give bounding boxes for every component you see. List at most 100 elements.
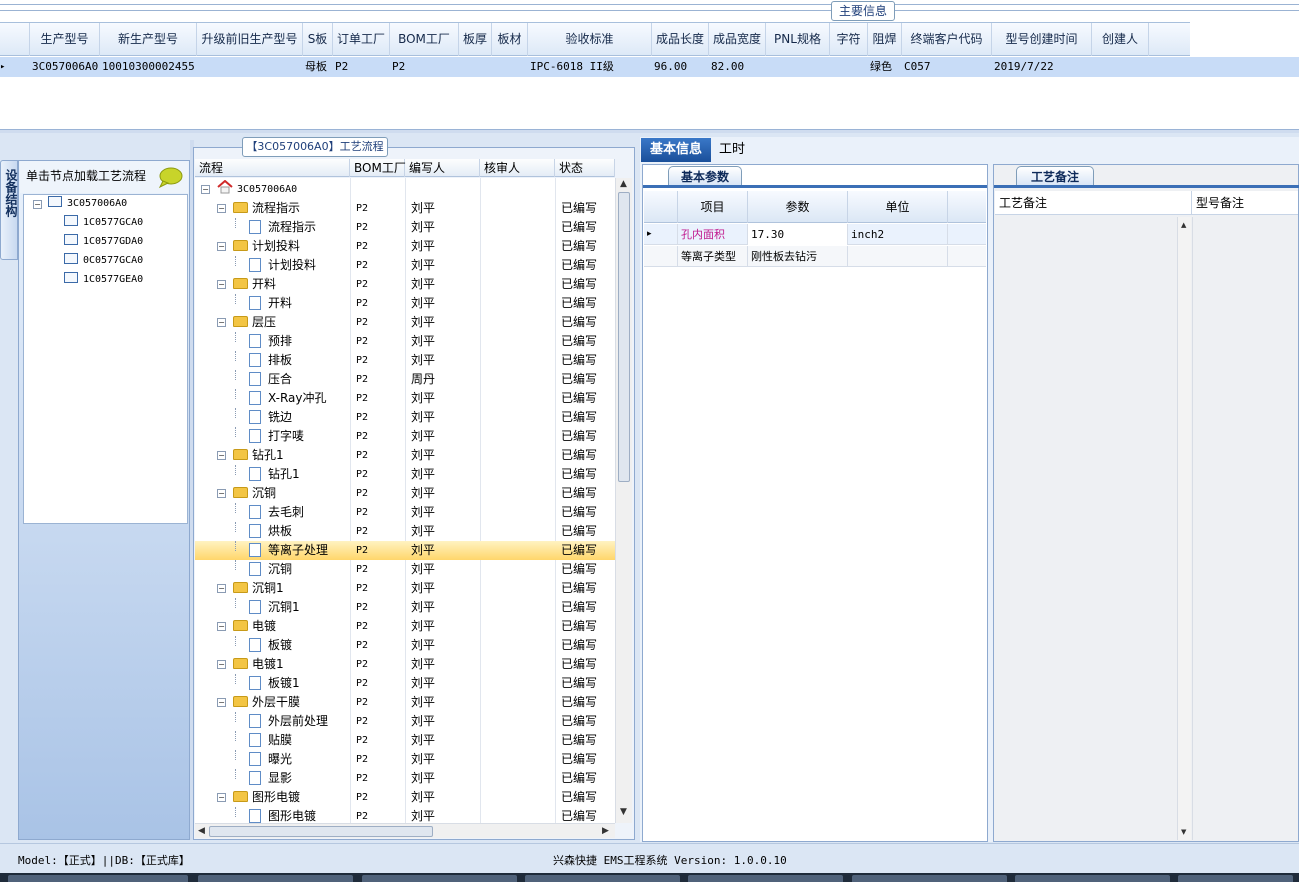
- column-header[interactable]: 订单工厂: [333, 23, 390, 56]
- row-selector-icon[interactable]: [644, 246, 678, 267]
- taskbar-item[interactable]: [525, 875, 680, 882]
- tree-node[interactable]: 0C0577GCA0: [64, 252, 143, 270]
- collapse-icon[interactable]: −: [217, 489, 226, 498]
- column-header[interactable]: 创建人: [1092, 23, 1149, 56]
- flow-step[interactable]: 板镀1 P2 刘平 已编写: [195, 674, 615, 693]
- column-header[interactable]: 升级前旧生产型号: [197, 23, 303, 56]
- flow-step[interactable]: X-Ray冲孔 P2 刘平 已编写: [195, 389, 615, 408]
- grid-cell[interactable]: 82.00: [711, 57, 766, 77]
- tree-node[interactable]: 1C0577GEA0: [64, 271, 143, 289]
- flow-step[interactable]: 图形电镀 P2 刘平 已编写: [195, 807, 615, 823]
- process-notes-header[interactable]: 工艺备注: [995, 191, 1192, 215]
- grid-cell[interactable]: 绿色: [870, 57, 902, 77]
- grid-cell[interactable]: [199, 57, 303, 77]
- scroll-up-icon[interactable]: ▲: [620, 180, 627, 189]
- collapse-icon[interactable]: −: [217, 318, 226, 327]
- flow-step[interactable]: 预排 P2 刘平 已编写: [195, 332, 615, 351]
- tree-root[interactable]: 3C057006A0: [48, 195, 127, 213]
- column-header[interactable]: S板: [303, 23, 333, 56]
- flow-step[interactable]: 沉铜1 P2 刘平 已编写: [195, 598, 615, 617]
- splitter[interactable]: [0, 129, 1299, 133]
- scrollbar-thumb[interactable]: [209, 826, 433, 837]
- model-notes-area[interactable]: [1192, 217, 1298, 840]
- grid-cell[interactable]: 母板: [305, 57, 333, 77]
- row-selector-icon[interactable]: ▸: [0, 57, 30, 77]
- scroll-up-icon[interactable]: ▲: [1181, 221, 1186, 230]
- grid-cell[interactable]: 3C057006A0: [32, 57, 100, 77]
- tree-root[interactable]: − 3C057006A0: [195, 179, 615, 199]
- flow-step[interactable]: 打字唛 P2 刘平 已编写: [195, 427, 615, 446]
- scroll-down-icon[interactable]: ▼: [620, 808, 627, 817]
- column-header[interactable]: 板厚: [459, 23, 492, 56]
- flow-step[interactable]: 板镀 P2 刘平 已编写: [195, 636, 615, 655]
- collapse-icon[interactable]: −: [217, 584, 226, 593]
- taskbar-item[interactable]: [8, 875, 188, 882]
- taskbar-item[interactable]: [1178, 875, 1293, 882]
- column-header[interactable]: 生产型号: [30, 23, 100, 56]
- param-value[interactable]: 刚性板去钻污: [748, 246, 848, 267]
- column-header[interactable]: 终端客户代码: [902, 23, 992, 56]
- flow-step[interactable]: 流程指示 P2 刘平 已编写: [195, 218, 615, 237]
- tab-basic-params[interactable]: 基本参数: [668, 166, 742, 186]
- collapse-icon[interactable]: −: [217, 451, 226, 460]
- scroll-left-icon[interactable]: ◀: [198, 827, 205, 836]
- structure-tree[interactable]: − 3C057006A0 1C0577GCA0 1C0577GDA0 0C0577GCA…: [23, 194, 188, 524]
- grid-cell[interactable]: P2: [392, 57, 459, 77]
- grid-cell[interactable]: [832, 57, 868, 77]
- column-header[interactable]: 阻焊: [868, 23, 902, 56]
- column-header[interactable]: 单位: [848, 191, 948, 223]
- column-header[interactable]: 板材: [492, 23, 528, 56]
- grid-cell[interactable]: [461, 57, 492, 77]
- collapse-icon[interactable]: −: [217, 622, 226, 631]
- flow-step[interactable]: 贴膜 P2 刘平 已编写: [195, 731, 615, 750]
- column-header[interactable]: 型号创建时间: [992, 23, 1092, 56]
- horizontal-scrollbar[interactable]: ◀ ▶: [195, 823, 615, 838]
- flow-step[interactable]: 开料 P2 刘平 已编写: [195, 294, 615, 313]
- column-header[interactable]: 新生产型号: [100, 23, 197, 56]
- collapse-icon[interactable]: −: [201, 185, 210, 194]
- column-header[interactable]: 成品长度: [652, 23, 709, 56]
- flow-step-group[interactable]: − 沉铜1 P2 刘平 已编写: [195, 579, 615, 598]
- collapse-icon[interactable]: −: [33, 200, 42, 209]
- flow-step[interactable]: 压合 P2 周丹 已编写: [195, 370, 615, 389]
- flow-tree[interactable]: −3C057006A0− 流程指示 P2 刘平 已编写 流程指示 P2 刘平 已编写 − 计划投料 P…: [195, 178, 615, 823]
- param-value[interactable]: 17.30: [748, 224, 848, 245]
- model-notes-header[interactable]: 型号备注: [1192, 191, 1298, 215]
- column-header[interactable]: 参数: [748, 191, 848, 223]
- grid-cell[interactable]: [1094, 57, 1149, 77]
- grid-cell[interactable]: P2: [335, 57, 390, 77]
- collapse-icon[interactable]: −: [217, 242, 226, 251]
- flow-step[interactable]: 烘板 P2 刘平 已编写: [195, 522, 615, 541]
- params-row[interactable]: ▸ 孔内面积 17.30 inch2: [644, 224, 986, 245]
- collapse-icon[interactable]: −: [217, 280, 226, 289]
- column-header[interactable]: 验收标准: [528, 23, 652, 56]
- taskbar-item[interactable]: [852, 875, 1007, 882]
- flow-step[interactable]: 去毛刺 P2 刘平 已编写: [195, 503, 615, 522]
- flow-step[interactable]: 钻孔1 P2 刘平 已编写: [195, 465, 615, 484]
- taskbar-item[interactable]: [1015, 875, 1170, 882]
- row-selector-icon[interactable]: ▸: [644, 224, 678, 245]
- flow-step[interactable]: 外层前处理 P2 刘平 已编写: [195, 712, 615, 731]
- flow-step[interactable]: 曝光 P2 刘平 已编写: [195, 750, 615, 769]
- collapse-icon[interactable]: −: [217, 793, 226, 802]
- flow-step-group[interactable]: − 开料 P2 刘平 已编写: [195, 275, 615, 294]
- grid-cell[interactable]: 96.00: [654, 57, 709, 77]
- main-info-row[interactable]: ▸ 3C057006A0 10010300002455 母板 P2 P2 IPC-6018 …: [0, 57, 1299, 77]
- column-header[interactable]: BOM工厂: [390, 23, 459, 56]
- collapse-icon[interactable]: −: [217, 660, 226, 669]
- grid-cell[interactable]: 2019/7/22: [994, 57, 1092, 77]
- collapse-icon[interactable]: −: [217, 698, 226, 707]
- flow-step-group[interactable]: − 图形电镀 P2 刘平 已编写: [195, 788, 615, 807]
- grid-cell[interactable]: IPC-6018 II级: [530, 57, 652, 77]
- flow-step[interactable]: 铣边 P2 刘平 已编写: [195, 408, 615, 427]
- tab-device-structure[interactable]: 设备结构: [0, 160, 18, 260]
- params-row[interactable]: 等离子类型 刚性板去钻污: [644, 246, 986, 267]
- flow-step-group[interactable]: − 层压 P2 刘平 已编写: [195, 313, 615, 332]
- column-header[interactable]: 状态: [555, 159, 615, 177]
- tab-process-notes[interactable]: 工艺备注: [1016, 166, 1094, 186]
- scroll-right-icon[interactable]: ▶: [602, 827, 609, 836]
- flow-step[interactable]: 排板 P2 刘平 已编写: [195, 351, 615, 370]
- column-header[interactable]: PNL规格: [766, 23, 830, 56]
- flow-step[interactable]: 计划投料 P2 刘平 已编写: [195, 256, 615, 275]
- flow-step-group[interactable]: − 计划投料 P2 刘平 已编写: [195, 237, 615, 256]
